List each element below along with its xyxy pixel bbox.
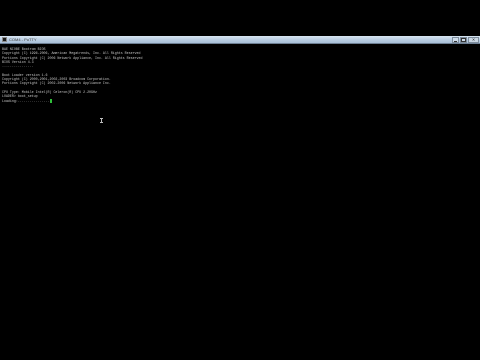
title-bar[interactable]: COM4 - PuTTY ✕ bbox=[0, 36, 480, 44]
scrollbar[interactable] bbox=[476, 45, 479, 325]
text-cursor bbox=[50, 98, 53, 103]
loading-text: Loading:................ bbox=[2, 98, 50, 103]
window-title: COM4 - PuTTY bbox=[9, 37, 37, 42]
terminal-icon[interactable] bbox=[2, 37, 7, 42]
console-line-loading: Loading:................ bbox=[2, 98, 472, 103]
minimize-icon bbox=[453, 38, 458, 42]
maximize-button[interactable] bbox=[460, 37, 467, 43]
window-controls: ✕ bbox=[452, 37, 479, 43]
minimize-button[interactable] bbox=[452, 37, 459, 43]
close-icon: ✕ bbox=[471, 37, 476, 42]
ibeam-cursor-icon bbox=[100, 118, 103, 123]
close-button[interactable]: ✕ bbox=[468, 37, 479, 43]
terminal-window: COM4 - PuTTY ✕ BAE NIOBE Bootrom BIOS Co… bbox=[0, 36, 480, 326]
maximize-icon bbox=[461, 38, 466, 42]
console-output[interactable]: BAE NIOBE Bootrom BIOS Copyright (C) 199… bbox=[2, 47, 472, 103]
